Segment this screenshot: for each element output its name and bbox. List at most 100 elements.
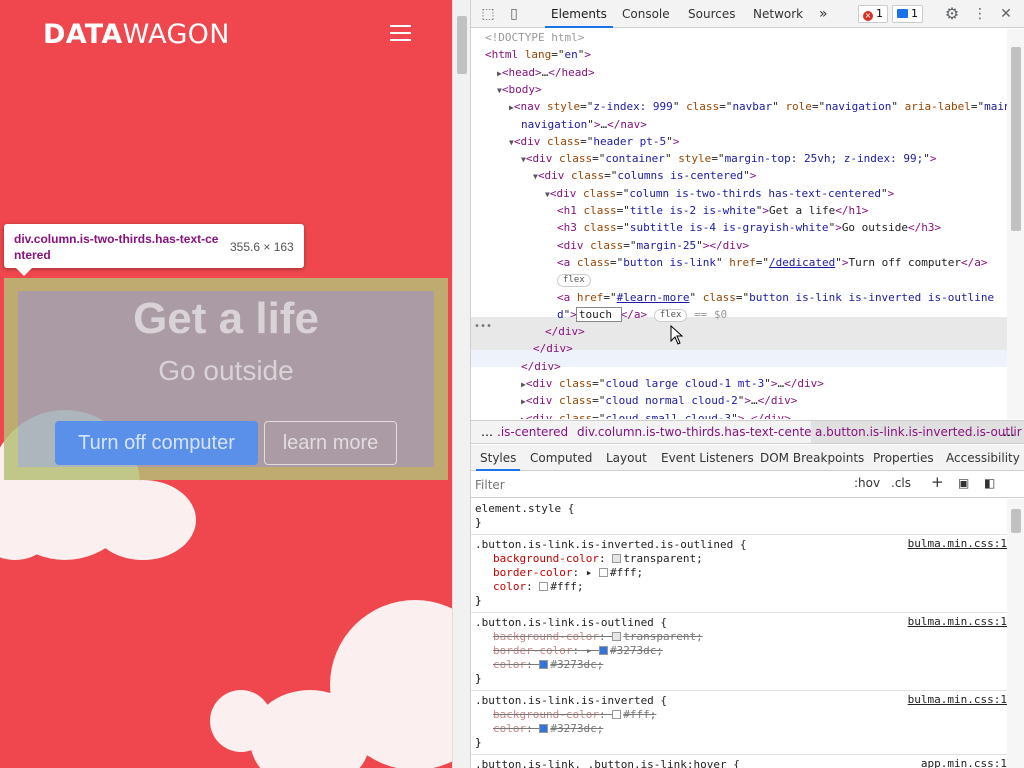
dom-node-line[interactable]: </div> — [533, 340, 573, 357]
color-swatch-icon[interactable] — [612, 710, 622, 719]
dom-node-line[interactable]: <a href="#learn-more" class="button is-l… — [557, 289, 994, 306]
tab-layout[interactable]: Layout — [602, 445, 651, 471]
tab-elements[interactable]: Elements — [545, 0, 613, 28]
dom-node-line[interactable]: <html lang="en"> — [485, 46, 591, 63]
css-selector[interactable]: element.style { — [475, 501, 1003, 516]
error-badge[interactable]: × 1 — [858, 5, 888, 23]
page-scrollbar-thumb[interactable] — [457, 16, 467, 74]
tooltip-size: 355.6 × 163 — [230, 240, 294, 254]
message-badge[interactable]: 1 — [892, 5, 923, 23]
css-rule[interactable]: .button.is-link.is-outlined {bulma.min.c… — [471, 613, 1007, 691]
tab-dom-breakpoints[interactable]: DOM Breakpoints — [756, 445, 868, 471]
node-actions-icon[interactable]: ••• — [474, 321, 492, 332]
color-swatch-icon[interactable] — [539, 582, 549, 591]
css-source-link[interactable]: bulma.min.css:1 — [908, 615, 1007, 628]
dom-node-line[interactable]: <h3 class="subtitle is-4 is-grayish-whit… — [557, 219, 941, 236]
dom-node-line[interactable]: ▼<div class="header pt-5"> — [509, 133, 679, 150]
dom-scrollbar[interactable] — [1007, 29, 1024, 419]
css-rule[interactable]: .button.is-link, .button.is-link:hover {… — [471, 755, 1007, 768]
dom-tree[interactable]: ••• <!DOCTYPE html> <html lang="en"> ▶<hea… — [471, 29, 1007, 419]
css-property[interactable]: background-color: transparent; — [475, 630, 1003, 644]
inspect-tooltip: div.column.is-two-thirds.has-text-center… — [4, 224, 304, 276]
color-swatch-icon[interactable] — [539, 660, 549, 669]
color-swatch-icon[interactable] — [598, 568, 608, 577]
dom-node-line[interactable]: ▶<nav style="z-index: 999" class="navbar… — [509, 98, 1007, 115]
dom-node-line[interactable]: </div> — [521, 358, 561, 375]
message-icon — [897, 9, 908, 18]
learn-more-button[interactable]: learn more — [264, 421, 397, 465]
close-devtools-icon[interactable]: ✕ — [997, 5, 1015, 23]
site-logo[interactable]: DATAWAGON — [43, 19, 230, 50]
color-swatch-icon[interactable] — [612, 554, 622, 563]
styles-pane: element.style {} .button.is-link.is-inver… — [471, 499, 1007, 768]
breadcrumb-more[interactable]: … — [1003, 421, 1015, 443]
css-property[interactable]: border-color: ▸ #fff; — [475, 566, 1003, 580]
css-property[interactable]: background-color: transparent; — [475, 552, 1003, 566]
cls-toggle[interactable]: .cls — [891, 476, 911, 490]
dom-node-line[interactable]: <div class="margin-25"></div> — [557, 237, 749, 254]
dom-node-line[interactable]: </div> — [545, 323, 585, 340]
styles-scrollbar[interactable] — [1007, 499, 1024, 768]
dom-node-line[interactable]: flex — [557, 271, 591, 288]
dom-node-line[interactable]: <a class="button is-link" href="/dedicat… — [557, 254, 988, 271]
css-rule[interactable]: .button.is-link.is-inverted {bulma.min.c… — [471, 691, 1007, 755]
css-rule[interactable]: .button.is-link.is-inverted.is-outlined … — [471, 535, 1007, 613]
color-swatch-icon[interactable] — [612, 632, 622, 641]
paint-icon[interactable]: ▣ — [958, 476, 969, 490]
hamburger-menu-icon[interactable] — [390, 25, 411, 41]
dom-node-line[interactable]: ▶<div class="cloud small cloud-3">…</div… — [521, 410, 791, 419]
inspect-element-icon[interactable]: ⬚ — [479, 5, 497, 23]
dom-node-line[interactable]: ▶<head>…</head> — [497, 64, 595, 81]
dom-node-line[interactable]: d"> touch </a> flex == $0 — [557, 306, 727, 323]
turn-off-computer-button[interactable]: Turn off computer — [55, 421, 258, 465]
color-swatch-icon[interactable] — [539, 724, 549, 733]
sidebar-toggle-icon[interactable]: ◧ — [984, 476, 995, 490]
device-toolbar-icon[interactable]: ▯ — [505, 5, 523, 23]
dom-node-line[interactable]: ▼<body> — [497, 81, 542, 98]
settings-gear-icon[interactable]: ⚙ — [943, 5, 961, 23]
tab-computed[interactable]: Computed — [526, 445, 596, 471]
styles-scrollbar-thumb[interactable] — [1011, 509, 1021, 533]
dom-node-line[interactable]: <!DOCTYPE html> — [485, 29, 584, 46]
kebab-menu-icon[interactable]: ⋮ — [971, 5, 989, 23]
css-rule[interactable]: element.style {} — [471, 499, 1007, 535]
css-property[interactable]: color: #3273dc; — [475, 658, 1003, 672]
dom-node-line[interactable]: ▼<div class="column is-two-thirds has-te… — [545, 185, 894, 202]
dom-scrollbar-thumb[interactable] — [1011, 47, 1021, 231]
more-tabs-icon[interactable]: » — [813, 0, 834, 28]
css-property[interactable]: color: #fff; — [475, 580, 1003, 594]
tooltip-selector: div.column.is-two-thirds.has-text-center… — [14, 232, 219, 262]
css-property[interactable]: background-color: #fff; — [475, 708, 1003, 722]
breadcrumb-item[interactable]: .is-centered — [497, 421, 568, 443]
styles-subtabs: Styles Computed Layout Event Listeners D… — [471, 445, 1024, 471]
color-swatch-icon[interactable] — [598, 646, 608, 655]
tab-accessibility[interactable]: Accessibility — [942, 445, 1024, 471]
tab-event-listeners[interactable]: Event Listeners — [657, 445, 758, 471]
css-source-link[interactable]: bulma.min.css:1 — [908, 693, 1007, 706]
hov-toggle[interactable]: :hov — [854, 476, 880, 490]
mouse-cursor-icon — [670, 325, 684, 345]
breadcrumb-more[interactable]: … — [481, 421, 493, 443]
breadcrumb-item-active[interactable]: a.button.is-link.is-inverted.is-outlir — [811, 421, 1024, 443]
tab-network[interactable]: Network — [747, 0, 809, 28]
add-rule-icon[interactable]: + — [931, 473, 944, 491]
dom-node-line[interactable]: <h1 class="title is-2 is-white">Get a li… — [557, 202, 868, 219]
dom-node-line[interactable]: ▼<div class="container" style="margin-to… — [521, 150, 937, 167]
page-scrollbar[interactable] — [452, 0, 470, 768]
dom-node-line[interactable]: ▶<div class="cloud large cloud-1 mt-3">…… — [521, 375, 824, 392]
css-source-link[interactable]: app.min.css:1 — [921, 757, 1007, 768]
css-property[interactable]: color: #3273dc; — [475, 722, 1003, 736]
dom-node-line[interactable]: navigation">…</nav> — [521, 116, 647, 133]
hero-title: Get a life — [133, 294, 319, 343]
tab-sources[interactable]: Sources — [682, 0, 741, 28]
css-source-link[interactable]: bulma.min.css:1 — [908, 537, 1007, 550]
dom-node-line[interactable]: ▶<div class="cloud normal cloud-2">…</di… — [521, 392, 797, 409]
breadcrumb-item[interactable]: div.column.is-two-thirds.has-text-center… — [577, 421, 831, 443]
tab-console[interactable]: Console — [616, 0, 676, 28]
tab-properties[interactable]: Properties — [869, 445, 938, 471]
css-property[interactable]: border-color: ▸ #3273dc; — [475, 644, 1003, 658]
styles-filter-input[interactable] — [475, 475, 845, 495]
dom-node-line[interactable]: ▼<div class="columns is-centered"> — [533, 167, 756, 184]
tab-styles[interactable]: Styles — [476, 445, 521, 471]
error-count: 1 — [876, 7, 883, 20]
